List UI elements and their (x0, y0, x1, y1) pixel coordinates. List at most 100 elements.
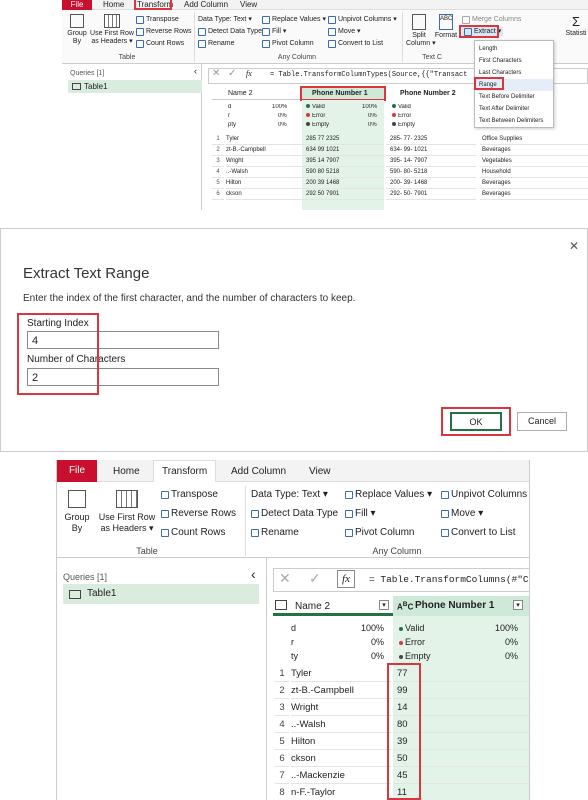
top-count-rows-button[interactable]: Count Rows (136, 39, 184, 48)
bottom-cell-name2[interactable]: ckson (291, 750, 391, 767)
top-commit-formula-icon[interactable]: ✓ (228, 68, 236, 79)
bottom-cell-phone1[interactable]: 50 (393, 750, 529, 767)
extract-menu-last-characters[interactable]: Last Characters (475, 67, 553, 79)
dialog-close-button[interactable]: ✕ (569, 239, 579, 253)
extract-menu-text-between-delimiters[interactable]: Text Between Delimiters (475, 115, 553, 127)
top-cell-phone2[interactable]: 395- 14- 7907 (386, 156, 476, 167)
bottom-cell-phone1[interactable]: 77 (393, 665, 529, 682)
top-cell-phone2[interactable]: 590- 80- 5218 (386, 167, 476, 178)
bottom-tab-file[interactable]: File (57, 460, 97, 482)
bottom-use-first-row-button[interactable]: Use First Row as Headers ▾ (95, 490, 159, 534)
bottom-cell-phone1[interactable]: 45 (393, 767, 529, 784)
bottom-cell-phone1[interactable]: 80 (393, 716, 529, 733)
top-extract-button[interactable]: Extract ▾ (462, 27, 504, 36)
top-cell-phone1[interactable]: 590 80 5218 (302, 167, 384, 178)
top-cell-name2[interactable]: zt-B.-Campbell (226, 145, 302, 156)
bottom-tab-view[interactable]: View (309, 466, 331, 477)
bottom-transpose-button[interactable]: Transpose (161, 490, 218, 500)
bottom-cell-name2[interactable]: Hilton (291, 733, 391, 750)
bottom-col-header-name2[interactable]: Name 2 (295, 598, 375, 616)
bottom-row-number[interactable]: 3 (275, 699, 289, 716)
top-reverse-rows-button[interactable]: Reverse Rows (136, 27, 192, 36)
bottom-fx-icon[interactable]: fx (337, 570, 355, 588)
bottom-collapse-pane-icon[interactable]: ‹ (251, 566, 256, 582)
top-row-number[interactable]: 1 (212, 134, 224, 145)
top-row-number[interactable]: 5 (212, 178, 224, 189)
top-cell-phone1[interactable]: 292 50 7901 (302, 189, 384, 200)
number-of-characters-input[interactable]: 2 (27, 368, 219, 386)
top-pivot-button[interactable]: Pivot Column (262, 39, 314, 48)
top-collapse-pane-icon[interactable]: ‹ (194, 66, 197, 76)
bottom-cell-phone1[interactable]: 11 (393, 784, 529, 800)
top-transpose-button[interactable]: Transpose (136, 15, 179, 24)
top-formula-text[interactable]: = Table.TransformColumnTypes(Source,{{"T… (270, 71, 467, 79)
bottom-cell-name2[interactable]: n-F.-Taylor (291, 784, 391, 800)
bottom-tab-transform[interactable]: Transform (153, 460, 217, 483)
top-unpivot-button[interactable]: Unpivot Columns ▾ (328, 15, 397, 24)
top-col-header-phone1[interactable]: Phone Number 1 (302, 88, 384, 100)
bottom-query-item-table1[interactable]: Table1 (63, 584, 259, 604)
top-tab-add-column[interactable]: Add Column (184, 0, 228, 10)
extract-menu-range[interactable]: Range (475, 79, 553, 91)
top-use-first-row-button[interactable]: Use First Row as Headers ▾ (90, 14, 134, 46)
top-statistics-button[interactable]: Σ Statisti (564, 14, 588, 37)
cancel-button[interactable]: Cancel (517, 412, 567, 431)
top-cell-phone1[interactable]: 395 14 7907 (302, 156, 384, 167)
bottom-tab-add-column[interactable]: Add Column (231, 466, 286, 477)
bottom-formula-text[interactable]: = Table.TransformColumns(#"Ch (369, 574, 529, 585)
top-fx-icon[interactable]: fx (246, 69, 252, 78)
top-cell-phone2[interactable]: 285- 77- 2325 (386, 134, 476, 145)
top-move-button[interactable]: Move ▾ (328, 27, 361, 36)
top-row-number[interactable]: 2 (212, 145, 224, 156)
bottom-row-number[interactable]: 4 (275, 716, 289, 733)
bottom-pivot-button[interactable]: Pivot Column (345, 528, 414, 538)
bottom-rename-button[interactable]: Rename (251, 528, 299, 538)
top-query-item-table1[interactable]: Table1 (68, 80, 202, 93)
ok-button[interactable]: OK (450, 412, 502, 431)
top-tab-home[interactable]: Home (103, 0, 124, 10)
bottom-cell-name2[interactable]: Wright (291, 699, 391, 716)
top-rename-button[interactable]: Rename (198, 39, 234, 48)
name2-filter-icon[interactable]: ▾ (379, 600, 389, 610)
extract-menu-text-after-delimiter[interactable]: Text After Delimiter (475, 103, 553, 115)
top-fill-button[interactable]: Fill ▾ (262, 27, 286, 36)
bottom-convert-list-button[interactable]: Convert to List (441, 528, 515, 538)
bottom-reverse-rows-button[interactable]: Reverse Rows (161, 509, 236, 519)
top-group-by-button[interactable]: Group By (64, 14, 90, 46)
top-cell-name2[interactable]: ..-Walsh (226, 167, 302, 178)
bottom-cell-name2[interactable]: Tyler (291, 665, 391, 682)
bottom-group-by-button[interactable]: Group By (61, 490, 93, 534)
bottom-cell-phone1[interactable]: 14 (393, 699, 529, 716)
bottom-row-number[interactable]: 2 (275, 682, 289, 699)
bottom-unpivot-button[interactable]: Unpivot Columns (441, 490, 527, 500)
bottom-detect-data-type-button[interactable]: Detect Data Type (251, 509, 338, 519)
bottom-fill-button[interactable]: Fill ▾ (345, 509, 376, 519)
top-cell-name2[interactable]: Tyler (226, 134, 302, 145)
top-detect-data-type-button[interactable]: Detect Data Type (198, 27, 262, 36)
top-cell-category[interactable]: Beverages (480, 189, 588, 200)
top-cell-name2[interactable]: ckson (226, 189, 302, 200)
starting-index-input[interactable]: 4 (27, 331, 219, 349)
bottom-move-button[interactable]: Move ▾ (441, 509, 483, 519)
top-tab-file[interactable]: File (62, 0, 92, 10)
top-tab-transform[interactable]: Transform (137, 0, 173, 10)
top-col-header-phone2[interactable]: Phone Number 2 (386, 88, 476, 100)
top-replace-values-button[interactable]: Replace Values ▾ (262, 15, 326, 24)
phone1-filter-icon[interactable]: ▾ (513, 600, 523, 610)
top-merge-columns-button[interactable]: Merge Columns (462, 15, 521, 24)
top-cell-name2[interactable]: Hilton (226, 178, 302, 189)
extract-menu-first-characters[interactable]: First Characters (475, 55, 553, 67)
top-cell-phone2[interactable]: 292- 50- 7901 (386, 189, 476, 200)
top-cell-name2[interactable]: Wright (226, 156, 302, 167)
bottom-row-number[interactable]: 5 (275, 733, 289, 750)
bottom-col-header-phone1[interactable]: Phone Number 1 (393, 596, 529, 616)
bottom-tab-home[interactable]: Home (113, 466, 140, 477)
top-split-column-button[interactable]: Split Column ▾ (406, 14, 436, 48)
top-cell-phone1[interactable]: 634 99 1021 (302, 145, 384, 156)
bottom-replace-values-button[interactable]: Replace Values ▾ (345, 490, 432, 500)
bottom-count-rows-button[interactable]: Count Rows (161, 528, 225, 538)
bottom-cell-phone1[interactable]: 39 (393, 733, 529, 750)
top-row-number[interactable]: 6 (212, 189, 224, 200)
top-tab-view[interactable]: View (240, 0, 257, 10)
bottom-row-number[interactable]: 1 (275, 665, 289, 682)
